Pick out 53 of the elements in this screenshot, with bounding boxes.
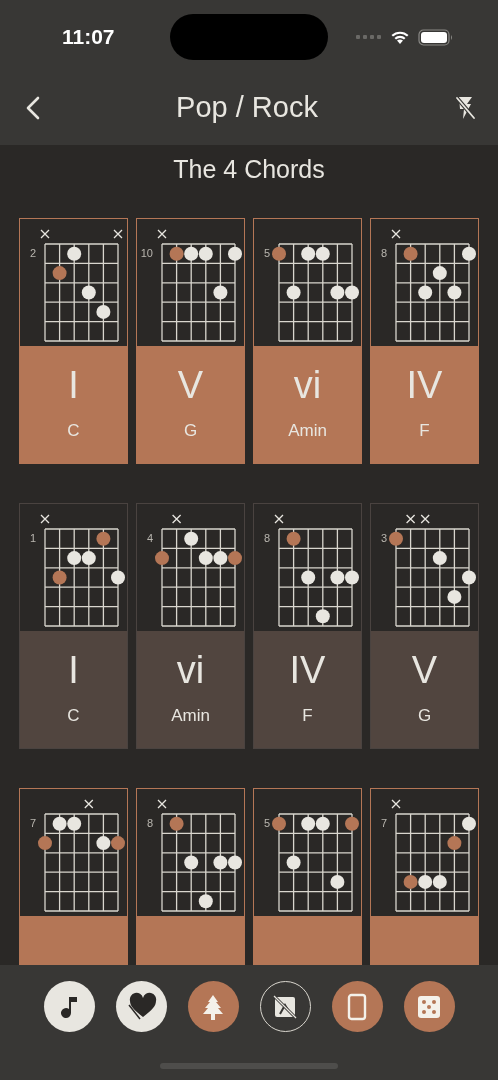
chord-card[interactable]: 7: [370, 788, 479, 965]
chord-numeral: vi: [176, 649, 205, 692]
chord-name: C: [67, 706, 80, 726]
section-title: The 4 Chords: [172, 154, 326, 185]
fret-number: 4: [145, 532, 153, 544]
tablet-button[interactable]: [331, 981, 383, 1032]
chord-card[interactable]: 8 IV F: [253, 503, 362, 749]
tablet-icon: [347, 992, 367, 1021]
wifi-icon: [390, 29, 410, 45]
chord-name: G: [417, 706, 432, 726]
chord-numeral: vi: [293, 364, 322, 407]
chord-card[interactable]: 10 V G: [136, 218, 245, 464]
signal-icon: [356, 34, 382, 40]
chord-numeral: V: [177, 364, 204, 407]
chord-card[interactable]: 1 I C: [19, 503, 128, 749]
fret-number: 2: [28, 247, 36, 259]
dice-icon: [417, 994, 441, 1019]
fret-number: 1: [28, 532, 36, 544]
chord-numeral: I: [68, 364, 79, 407]
chord-name: Amin: [288, 421, 327, 441]
chord-card[interactable]: 8 IV F: [370, 218, 479, 464]
chord-numeral: IV: [406, 364, 443, 407]
fret-number: 5: [262, 247, 270, 259]
fret-number: 8: [145, 817, 153, 829]
chord-card[interactable]: 2 I C: [19, 218, 128, 464]
chord-name: G: [183, 421, 198, 441]
chord-name: C: [67, 421, 80, 441]
chord-card[interactable]: 5: [253, 788, 362, 965]
chord-name: F: [302, 706, 313, 726]
fret-number: 10: [139, 247, 153, 259]
tree-button[interactable]: [187, 981, 239, 1032]
fret-number: 3: [379, 532, 387, 544]
music-note-button[interactable]: [43, 981, 95, 1032]
chord-card[interactable]: 3 V G: [370, 503, 479, 749]
fret-number: 5: [262, 817, 270, 829]
chord-numeral: V: [411, 649, 438, 692]
chord-card[interactable]: 4 vi Amin: [136, 503, 245, 749]
chord-card[interactable]: 7: [19, 788, 128, 965]
chord-card[interactable]: 5 vi Amin: [253, 218, 362, 464]
screen-title: Pop / Rock: [176, 91, 318, 124]
chord-numeral: IV: [289, 649, 326, 692]
fret-number: 8: [379, 247, 387, 259]
chord-name: Amin: [171, 706, 210, 726]
chord-numeral: I: [68, 649, 79, 692]
chord-name: F: [419, 421, 430, 441]
fret-number: 8: [262, 532, 270, 544]
fret-number: 7: [28, 817, 36, 829]
dice-button[interactable]: [403, 981, 455, 1032]
battery-icon: [418, 28, 454, 46]
heart-button[interactable]: [115, 981, 167, 1032]
chord-card[interactable]: 8: [136, 788, 245, 965]
fret-number: 7: [379, 817, 387, 829]
status-time: 11:07: [62, 25, 116, 49]
